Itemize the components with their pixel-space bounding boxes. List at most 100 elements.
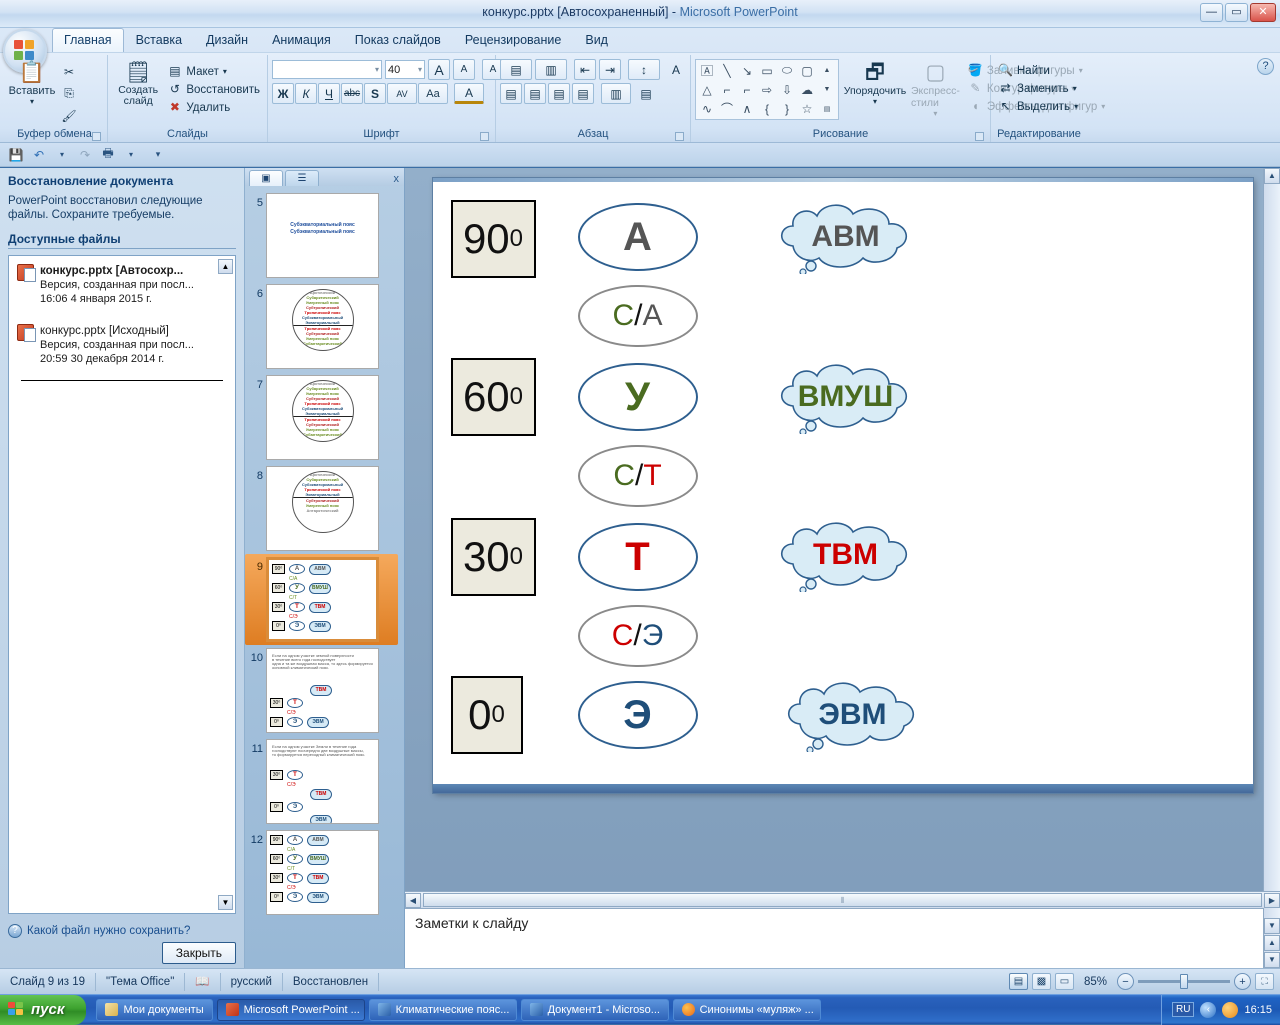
ellipse-letter-t[interactable]: Т xyxy=(577,523,698,591)
arrange-button[interactable]: 🗗 Упорядочить ▾ xyxy=(844,59,906,106)
thumbnail-slide-10[interactable]: 10 Если на одном участке земной поверхно… xyxy=(245,645,404,736)
save-button[interactable]: 💾 xyxy=(6,145,26,164)
cut-button[interactable]: ✂ xyxy=(58,61,80,82)
shape-rectangle-icon[interactable]: ▭ xyxy=(757,61,777,80)
redo-button[interactable]: ↷ xyxy=(75,145,95,164)
align-center-button[interactable]: ▤ xyxy=(524,83,546,104)
decrease-indent-button[interactable]: ⇤ xyxy=(574,59,596,80)
grow-font-button[interactable]: A xyxy=(428,59,450,80)
change-case-button[interactable]: Aa xyxy=(418,83,448,104)
zoom-slider[interactable] xyxy=(1138,974,1230,989)
notes-pane[interactable]: Заметки к слайду xyxy=(405,908,1280,968)
editor-horizontal-scrollbar[interactable]: ◀ ⦀ ▶ xyxy=(405,891,1280,908)
language-status[interactable]: русский xyxy=(221,972,283,991)
shapes-gallery[interactable]: 🄰 ╲ ↘ ▭ ⬭ ▢ ▲ △ ⌐ ⌐ ⇨ ⇩ ☁ ▼ ∿ ⌒ ∧ {} ☆ … xyxy=(695,59,839,120)
shape-rounded-rect-icon[interactable]: ▢ xyxy=(797,61,817,80)
scroll-down-icon[interactable]: ▼ xyxy=(1264,918,1280,934)
theme-name[interactable]: "Тема Office" xyxy=(96,972,186,991)
slide-counter[interactable]: Слайд 9 из 19 xyxy=(0,972,97,991)
view-slideshow-button[interactable]: ▭ xyxy=(1054,973,1074,990)
align-right-button[interactable]: ▤ xyxy=(548,83,570,104)
taskbar-item-word-document1[interactable]: Документ1 - Microso... xyxy=(520,998,669,1021)
close-pane-icon[interactable]: x xyxy=(394,173,400,185)
degree-box-60[interactable]: 60 0 xyxy=(450,358,536,436)
numbering-button[interactable]: ▥ xyxy=(535,59,567,80)
tab-home[interactable]: Главная xyxy=(52,28,124,52)
previous-slide-button[interactable]: ▲ xyxy=(1264,935,1280,951)
find-button[interactable]: 🔍 Найти xyxy=(995,62,1081,79)
shapes-more-icon[interactable]: ▤ xyxy=(817,99,837,118)
thumbnail-slide-5[interactable]: 5 Субэкваториальный пояс Субэкваториальн… xyxy=(245,190,404,281)
align-text-button[interactable]: ▤ xyxy=(635,83,657,104)
slide-canvas[interactable]: 90 0 А АВМ С / А 60 0 У ВМУШ С / Т 30 0 … xyxy=(432,178,1253,793)
help-icon[interactable]: ? xyxy=(1257,58,1274,75)
cloud-tvm[interactable]: ТВМ xyxy=(771,518,921,592)
text-shadow-button[interactable]: S xyxy=(364,83,386,104)
language-indicator[interactable]: RU xyxy=(1172,1002,1195,1017)
thumbnail-slide-7[interactable]: 7 Арктический Субарктический Умеренный п… xyxy=(245,372,404,463)
shape-star-icon[interactable]: ☆ xyxy=(797,99,817,118)
shape-textbox-icon[interactable]: 🄰 xyxy=(697,61,717,80)
ellipse-transition-se[interactable]: С / Э xyxy=(577,605,698,667)
tray-app-icon[interactable] xyxy=(1222,1001,1239,1018)
taskbar-item-powerpoint[interactable]: Microsoft PowerPoint ... xyxy=(216,998,365,1021)
clock[interactable]: 16:15 xyxy=(1244,1004,1272,1016)
print-dropdown-icon[interactable]: ▾ xyxy=(121,145,141,164)
font-color-button[interactable]: A xyxy=(454,83,484,104)
shape-elbow2-icon[interactable]: ⌐ xyxy=(737,80,757,99)
start-button[interactable]: пуск xyxy=(0,994,87,1025)
zoom-slider-handle[interactable] xyxy=(1180,974,1188,989)
undo-dropdown-icon[interactable]: ▾ xyxy=(52,145,72,164)
shrink-font-button[interactable]: A xyxy=(453,59,475,80)
degree-box-0[interactable]: 00 xyxy=(450,676,523,754)
format-painter-button[interactable]: 🖌 xyxy=(58,105,80,126)
thumbnail-slide-12[interactable]: 12 90⁰ А АВМ С/А 60⁰ У ВМУШ С/Т 30⁰ Т ТВМ С/Э … xyxy=(245,827,404,918)
tab-slideshow[interactable]: Показ слайдов xyxy=(343,28,453,52)
shape-line-icon[interactable]: ╲ xyxy=(717,61,737,80)
columns-button[interactable]: ▥ xyxy=(601,83,631,104)
delete-slide-button[interactable]: ✖ Удалить xyxy=(164,99,263,116)
bold-button[interactable]: Ж xyxy=(272,83,294,104)
shape-left-brace-icon[interactable]: { xyxy=(757,99,777,118)
zoom-out-button[interactable]: − xyxy=(1117,973,1134,990)
text-direction-button[interactable]: A xyxy=(665,59,687,80)
shape-wave-icon[interactable]: ∧ xyxy=(737,99,757,118)
editor-vertical-scrollbar[interactable]: ▲ ▼ ▲ ▼ xyxy=(1263,168,1280,968)
view-slide-sorter-button[interactable]: ▩ xyxy=(1031,973,1051,990)
underline-button[interactable]: Ч xyxy=(318,83,340,104)
shapes-scroll-up-icon[interactable]: ▲ xyxy=(817,61,837,80)
justify-button[interactable]: ▤ xyxy=(572,83,594,104)
tab-view[interactable]: Вид xyxy=(573,28,620,52)
clipboard-dialog-launcher[interactable] xyxy=(92,132,101,141)
tab-review[interactable]: Рецензирование xyxy=(453,28,574,52)
close-button[interactable]: ✕ xyxy=(1250,3,1276,22)
shape-arc-icon[interactable]: ⌒ xyxy=(717,99,737,118)
minimize-button[interactable]: — xyxy=(1200,3,1223,22)
thumbnail-slide-8[interactable]: 8 Арктический Субарктический Субэкватори… xyxy=(245,463,404,554)
recovery-help-link[interactable]: ? Какой файл нужно сохранить? xyxy=(8,924,236,938)
cloud-avm[interactable]: АВМ xyxy=(771,200,921,274)
view-normal-button[interactable]: ▤ xyxy=(1008,973,1028,990)
reset-button[interactable]: ↺ Восстановить xyxy=(164,81,263,98)
shape-triangle-icon[interactable]: △ xyxy=(697,80,717,99)
thumbnail-slide-11[interactable]: 11 Если на одном участке Земли в течение… xyxy=(245,736,404,827)
replace-button[interactable]: ⇄ Заменить ▾ xyxy=(995,80,1081,97)
shape-curve-icon[interactable]: ∿ xyxy=(697,99,717,118)
ellipse-letter-e[interactable]: Э xyxy=(577,681,698,749)
shape-right-arrow-icon[interactable]: ⇨ xyxy=(757,80,777,99)
shape-down-arrow-icon[interactable]: ⇩ xyxy=(777,80,797,99)
ellipse-transition-st[interactable]: С / Т xyxy=(577,445,698,507)
thumbnail-slide-6[interactable]: 6 Арктический Субарктический Умеренный п… xyxy=(245,281,404,372)
font-size-input[interactable]: 40 ▾ xyxy=(385,60,425,79)
recovery-close-button[interactable]: Закрыть xyxy=(161,942,236,964)
recovery-file-item[interactable]: конкурс.pptx [Исходный] Версия, созданна… xyxy=(9,310,235,370)
tab-outline[interactable]: ☰ xyxy=(285,170,319,186)
undo-button[interactable]: ↶ xyxy=(29,145,49,164)
recovery-scroll-up[interactable]: ▲ xyxy=(218,259,233,274)
taskbar-item-firefox[interactable]: Синонимы «муляж» ... xyxy=(672,998,821,1021)
ellipse-letter-a[interactable]: А xyxy=(577,203,698,271)
select-button[interactable]: ↖ Выделить ▾ xyxy=(995,98,1081,115)
bullets-button[interactable]: ▤ xyxy=(500,59,532,80)
shape-right-brace-icon[interactable]: } xyxy=(777,99,797,118)
fit-to-window-button[interactable]: ⛶ xyxy=(1255,973,1274,990)
